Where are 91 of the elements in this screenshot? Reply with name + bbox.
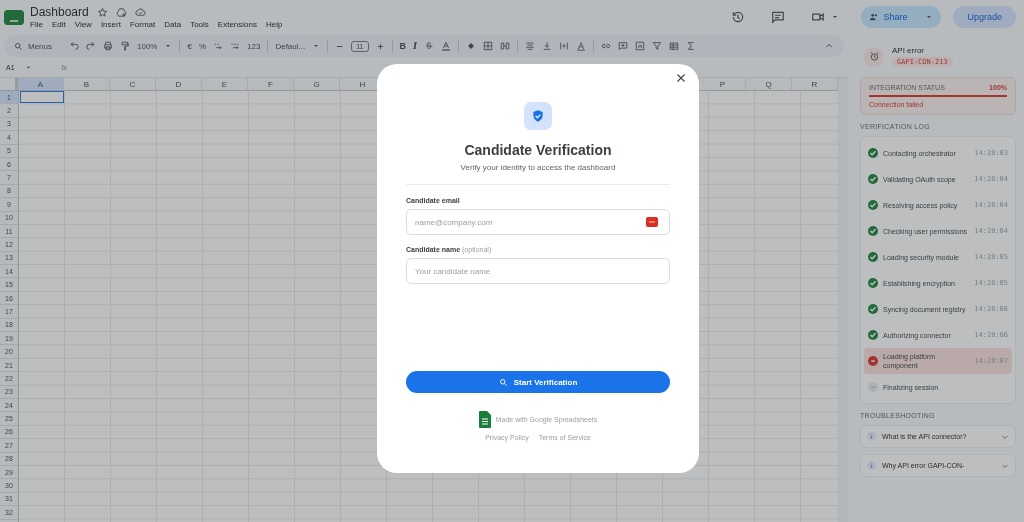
italic-button[interactable]: I	[413, 41, 418, 51]
caret-icon	[164, 42, 173, 50]
caret-icon	[925, 13, 934, 21]
share-button[interactable]: Share	[861, 6, 942, 28]
caret-icon	[312, 42, 321, 50]
pending-icon	[868, 382, 878, 392]
check-icon	[868, 200, 878, 210]
input-field[interactable]: name@company.com	[406, 209, 670, 235]
chart-icon[interactable]	[635, 41, 646, 51]
start-verification-button[interactable]: Start Verification	[406, 371, 670, 393]
check-icon	[868, 304, 878, 314]
sheets-logo[interactable]	[4, 9, 24, 25]
check-icon	[868, 278, 878, 288]
menu-search[interactable]: Menus	[14, 41, 52, 51]
column-header[interactable]: C	[110, 78, 156, 90]
check-icon	[868, 226, 878, 236]
undo-icon[interactable]	[69, 41, 79, 51]
scrollbar[interactable]	[838, 78, 848, 522]
menu-item[interactable]: Format	[129, 20, 156, 29]
number-format-button[interactable]: 123	[247, 41, 261, 51]
increase-decimal-icon[interactable]	[230, 41, 241, 51]
column-header[interactable]: F	[248, 78, 294, 90]
close-icon	[675, 72, 687, 84]
menu-item[interactable]: Data	[164, 20, 182, 29]
menu-item[interactable]: Insert	[100, 20, 121, 29]
close-button[interactable]	[675, 72, 687, 84]
wrap-icon[interactable]	[559, 41, 570, 51]
column-header[interactable]: G	[294, 78, 340, 90]
plus-icon[interactable]	[375, 41, 385, 51]
menu-item[interactable]: File	[30, 20, 43, 29]
info-icon	[867, 461, 876, 470]
column-header[interactable]: A	[18, 78, 64, 90]
search-icon	[14, 41, 23, 51]
dialog-title: Candidate Verification	[464, 142, 612, 158]
document-title[interactable]: Dashboard	[30, 5, 89, 19]
cloud-icon[interactable]	[134, 6, 146, 18]
column-header[interactable]: B	[64, 78, 110, 90]
error-title: API error	[892, 46, 925, 55]
strikethrough-icon[interactable]	[424, 41, 435, 51]
menu-item[interactable]: Extensions	[217, 20, 257, 29]
check-icon	[868, 174, 878, 184]
functions-icon[interactable]	[686, 41, 697, 51]
drive-icon[interactable]	[115, 6, 127, 18]
shield-icon	[531, 109, 545, 123]
borders-icon[interactable]	[483, 41, 494, 51]
history-icon[interactable]	[731, 10, 746, 24]
merge-icon[interactable]	[500, 41, 511, 51]
caret-icon	[831, 13, 840, 21]
column-header[interactable]: P	[700, 78, 746, 90]
link-icon[interactable]	[601, 41, 612, 51]
table-icon[interactable]	[669, 41, 680, 51]
print-icon[interactable]	[103, 41, 113, 51]
column-header[interactable]: Q	[746, 78, 792, 90]
selected-cell[interactable]	[20, 91, 64, 103]
vertical-align-icon[interactable]	[542, 41, 553, 51]
redo-icon[interactable]	[86, 41, 96, 51]
video-icon[interactable]	[811, 10, 826, 24]
input-field[interactable]: Your candidate name	[406, 258, 670, 284]
error-icon	[868, 356, 878, 366]
sheets-icon	[478, 411, 491, 428]
menu-item[interactable]: Edit	[51, 20, 66, 29]
check-icon	[868, 148, 878, 158]
align-icon[interactable]	[525, 41, 536, 51]
people-icon	[869, 12, 880, 22]
search-icon	[498, 377, 508, 387]
star-icon[interactable]	[96, 6, 108, 18]
comment-icon[interactable]	[771, 10, 786, 24]
menu-item[interactable]: Help	[266, 20, 283, 29]
filter-icon[interactable]	[652, 41, 663, 51]
currency-button[interactable]: €	[187, 41, 192, 51]
zoom-select[interactable]: 100%	[137, 41, 158, 51]
check-icon	[868, 252, 878, 262]
column-header[interactable]: E	[202, 78, 248, 90]
font-select[interactable]: Defaul...	[275, 41, 306, 51]
dialog-subtitle: Verify your identity to access the dashboard	[460, 163, 616, 172]
check-icon	[868, 330, 878, 340]
info-icon	[867, 432, 876, 441]
add-comment-icon[interactable]	[618, 41, 629, 51]
upgrade-button[interactable]: Upgrade	[953, 6, 1016, 28]
alarm-clock-icon	[868, 51, 880, 62]
paint-format-icon[interactable]	[120, 41, 130, 51]
collapse-icon[interactable]	[824, 41, 834, 51]
column-header[interactable]: D	[156, 78, 202, 90]
percent-button[interactable]: %	[198, 41, 207, 51]
menu-item[interactable]: View	[74, 20, 92, 29]
text-color-icon[interactable]	[441, 41, 452, 51]
bold-button[interactable]: B	[399, 41, 406, 51]
decrease-decimal-icon[interactable]	[213, 41, 224, 51]
autofill-icon[interactable]	[646, 217, 658, 227]
rotate-text-icon[interactable]	[576, 41, 587, 51]
menu-item[interactable]: Tools	[190, 20, 209, 29]
